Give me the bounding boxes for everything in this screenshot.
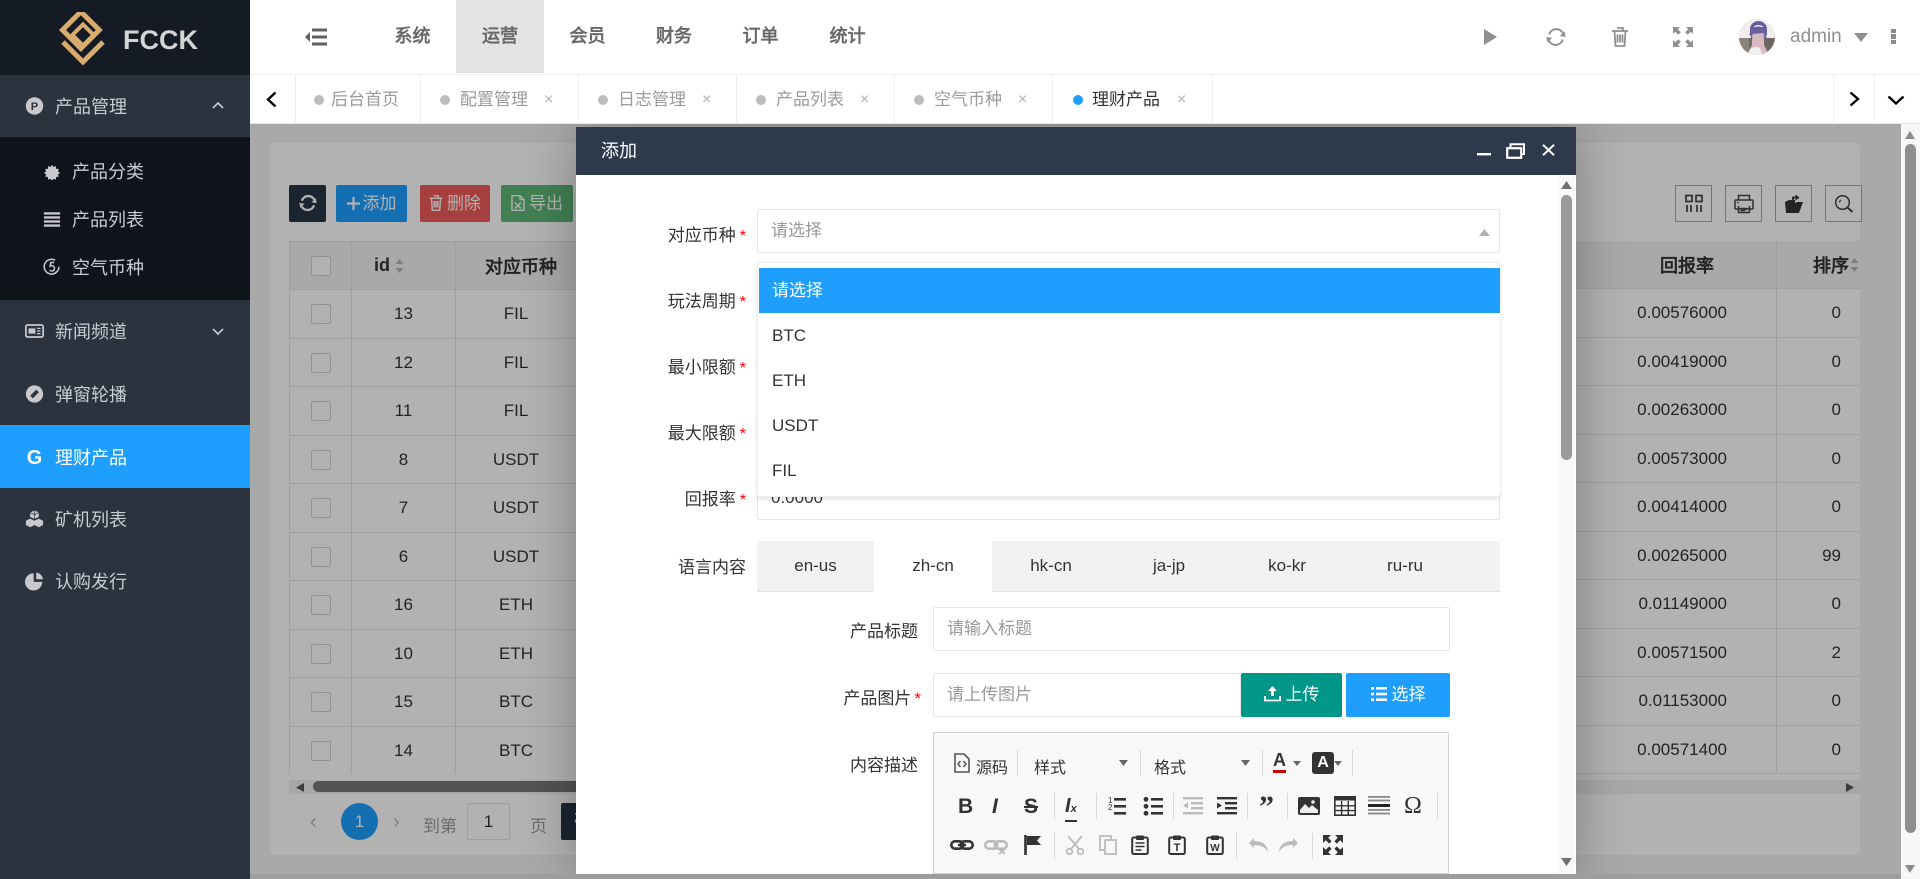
- svg-text:T: T: [1174, 842, 1181, 854]
- svg-text:P: P: [31, 101, 39, 113]
- svg-text:2: 2: [1108, 803, 1113, 812]
- svg-text:G: G: [27, 447, 42, 466]
- svg-text:W: W: [1210, 843, 1220, 854]
